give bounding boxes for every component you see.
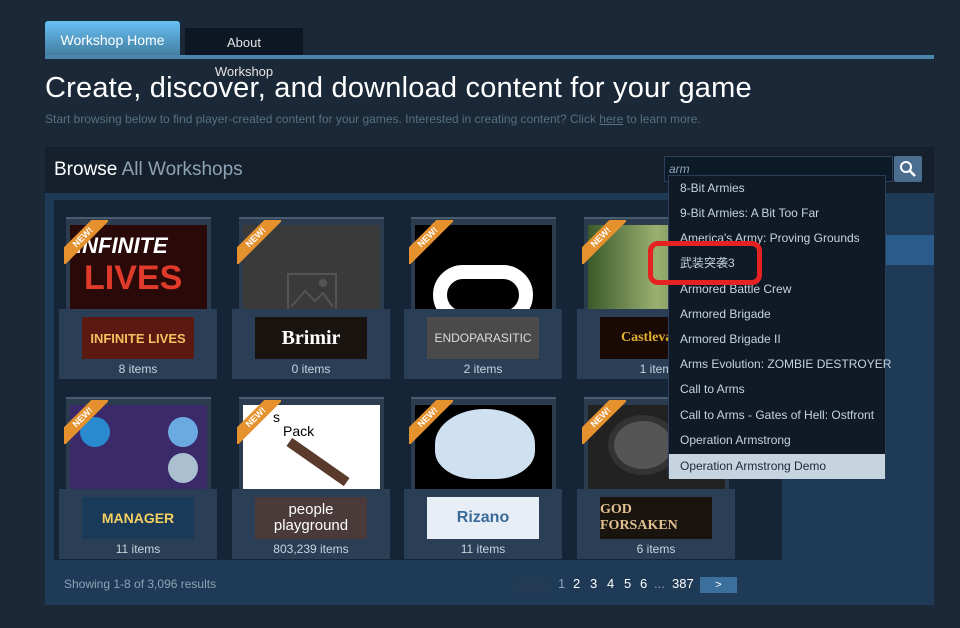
- search-icon: [900, 161, 916, 177]
- card-art-text: Pack: [283, 423, 315, 439]
- suggestion-item[interactable]: Call to Arms: [669, 377, 885, 402]
- workshop-card[interactable]: MANAGER 11 items NEW!: [59, 397, 217, 567]
- panel-side-strip: [886, 235, 934, 265]
- page-link-last[interactable]: 387: [672, 576, 694, 591]
- page-title: Create, discover, and download content f…: [45, 72, 752, 104]
- card-item-count: 0 items: [291, 362, 331, 376]
- suggestion-item[interactable]: Armored Brigade: [669, 302, 885, 327]
- image-placeholder-icon: [287, 273, 337, 310]
- card-thumbnail: GOD FORSAKEN: [600, 497, 712, 539]
- card-thumbnail: Brimir: [255, 317, 367, 359]
- new-badge: NEW!: [582, 220, 626, 264]
- card-thumbnail: MANAGER: [82, 497, 194, 539]
- suggestion-item[interactable]: Armored Brigade II: [669, 327, 885, 352]
- new-badge: NEW!: [409, 400, 453, 444]
- browse-title-dim: All Workshops: [117, 159, 243, 180]
- page-link[interactable]: 5: [624, 576, 631, 591]
- suggestion-item-highlighted[interactable]: Operation Armstrong Demo: [669, 454, 885, 479]
- workshop-card[interactable]: Rizano 11 items NEW!: [404, 397, 562, 567]
- annotation-highlight: [648, 241, 762, 285]
- workshop-card[interactable]: INFINITE LIVES INFINITE LIVES 8 items NE…: [59, 217, 217, 387]
- suggestion-item[interactable]: Arms Evolution: ZOMBIE DESTROYER: [669, 352, 891, 377]
- suggestion-item[interactable]: Operation Armstrong: [669, 428, 885, 453]
- new-badge: NEW!: [409, 220, 453, 264]
- new-badge: NEW!: [237, 220, 281, 264]
- workshop-card[interactable]: s Pack people playground 803,239 items N…: [232, 397, 390, 567]
- page-link[interactable]: 6: [640, 576, 647, 591]
- new-badge: NEW!: [237, 400, 281, 444]
- page-current: 1: [558, 576, 566, 591]
- card-item-count: 11 items: [460, 542, 506, 556]
- card-item-count: 11 items: [115, 542, 161, 556]
- next-page-button[interactable]: >: [700, 577, 737, 593]
- subtitle-text-after: to learn more.: [623, 112, 701, 126]
- suggestion-item[interactable]: Call to Arms - Gates of Hell: Ostfront: [669, 403, 885, 428]
- tab-workshop-home[interactable]: Workshop Home: [45, 21, 180, 57]
- new-badge: NEW!: [64, 400, 108, 444]
- tab-about-workshop[interactable]: About Workshop: [185, 28, 303, 79]
- learn-more-link[interactable]: here: [599, 112, 623, 126]
- search-button[interactable]: [894, 156, 922, 182]
- card-thumbnail: INFINITE LIVES: [82, 317, 194, 359]
- results-count: Showing 1-8 of 3,096 results: [64, 577, 217, 591]
- workshop-card[interactable]: ENDOPARASITIC 2 items NEW!: [404, 217, 562, 387]
- new-badge: NEW!: [582, 400, 626, 444]
- prev-page-button: [514, 577, 550, 593]
- page-link[interactable]: 2: [573, 576, 580, 591]
- page-link[interactable]: 3: [590, 576, 597, 591]
- card-item-count: 803,239 items: [273, 542, 349, 556]
- page-ellipsis: ...: [654, 576, 665, 591]
- workshop-tabs: Workshop Home About Workshop: [45, 21, 934, 79]
- new-badge: NEW!: [64, 220, 108, 264]
- card-item-count: 6 items: [636, 542, 676, 556]
- workshop-card[interactable]: Brimir 0 items NEW!: [232, 217, 390, 387]
- page-link[interactable]: 4: [607, 576, 614, 591]
- card-thumbnail: ENDOPARASITIC: [427, 317, 539, 359]
- card-item-count: 8 items: [118, 362, 158, 376]
- card-item-count: 2 items: [463, 362, 503, 376]
- card-art-sub: LIVES: [84, 259, 183, 297]
- card-thumbnail: people playground: [255, 497, 367, 539]
- subtitle-text-before: Start browsing below to find player-crea…: [45, 112, 600, 126]
- suggestion-item[interactable]: 9-Bit Armies: A Bit Too Far: [669, 201, 885, 226]
- search-suggestions: 8-Bit Armies 9-Bit Armies: A Bit Too Far…: [668, 175, 891, 479]
- tab-underline: [45, 55, 934, 59]
- page-subtitle: Start browsing below to find player-crea…: [45, 112, 701, 126]
- browse-title-bold: Browse: [54, 159, 118, 180]
- card-thumbnail: Rizano: [427, 497, 539, 539]
- suggestion-item[interactable]: 8-Bit Armies: [669, 176, 885, 201]
- browse-title: Browse All Workshops: [54, 159, 243, 181]
